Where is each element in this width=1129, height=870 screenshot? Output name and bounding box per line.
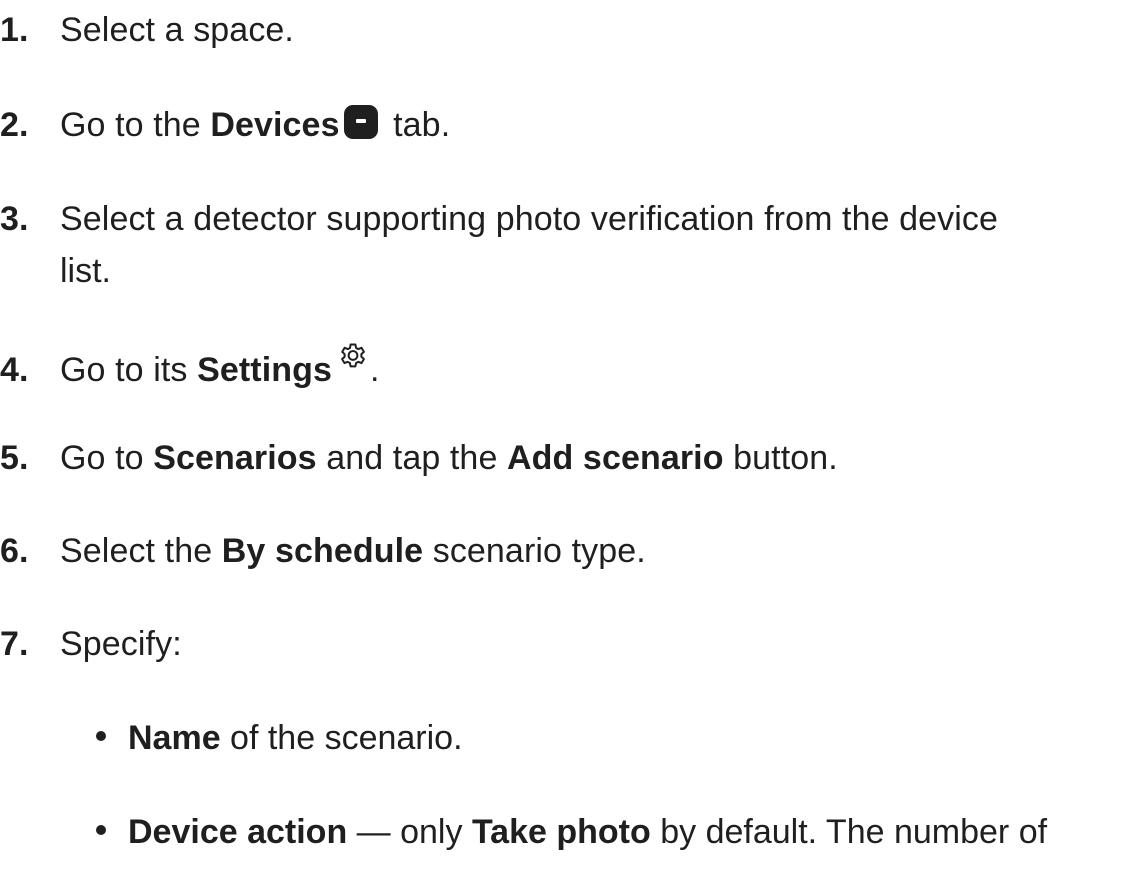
bullet-term: Device action <box>128 813 348 851</box>
step-6: 6. Select the By schedule scenario type. <box>0 527 646 575</box>
bullet-term-2: Take photo <box>471 813 651 851</box>
step-text-suffix: tab. <box>383 106 451 144</box>
step-3: 3. Select a detector supporting photo ver… <box>0 195 998 243</box>
step-1: 1. Select a space. <box>0 6 294 54</box>
step-text-suffix: button. <box>723 439 838 477</box>
step-number: 7. <box>0 625 29 663</box>
step-number: 5. <box>0 439 29 477</box>
step-text-middle: and tap the <box>316 439 507 477</box>
step-text: Go to the <box>60 106 211 144</box>
step-4: 4. Go to its Settings. <box>0 340 380 394</box>
step-number: 1. <box>0 11 29 49</box>
step-text: Go to its <box>60 351 198 389</box>
gear-icon <box>336 340 370 388</box>
step-text-suffix: scenario type. <box>423 532 646 570</box>
step-3-continuation: list. <box>60 252 111 290</box>
devices-icon <box>343 105 378 139</box>
step-text-suffix: . <box>370 351 380 389</box>
bullet-text: by default. The number of <box>650 813 1048 851</box>
list-item: Device action — only Take photo by defau… <box>96 808 1047 856</box>
step-number: 3. <box>0 200 29 238</box>
bullet-icon <box>96 731 106 741</box>
by-schedule-label: By schedule <box>221 532 424 570</box>
step-text: Specify: <box>60 625 182 663</box>
step-7: 7. Specify: <box>0 620 182 668</box>
step-number: 6. <box>0 532 29 570</box>
bullet-text-middle: — only <box>347 813 472 851</box>
step-text: Select the <box>60 532 222 570</box>
step-text: Select a space. <box>60 11 294 49</box>
scenarios-label: Scenarios <box>153 439 317 477</box>
bullet-icon <box>96 825 106 835</box>
step-text: Go to <box>60 439 154 477</box>
bullet-term: Name <box>128 719 221 757</box>
step-number: 4. <box>0 351 29 389</box>
step-number: 2. <box>0 106 29 144</box>
add-scenario-label: Add scenario <box>507 439 724 477</box>
step-2: 2. Go to the Devices tab. <box>0 101 450 149</box>
bullet-text: of the scenario. <box>220 719 463 757</box>
settings-label: Settings <box>197 351 332 389</box>
step-5: 5. Go to Scenarios and tap the Add scenar… <box>0 434 838 482</box>
step-text: Select a detector supporting photo verif… <box>60 200 999 238</box>
list-item: Name of the scenario. <box>96 714 463 762</box>
devices-tab-label: Devices <box>210 106 340 144</box>
